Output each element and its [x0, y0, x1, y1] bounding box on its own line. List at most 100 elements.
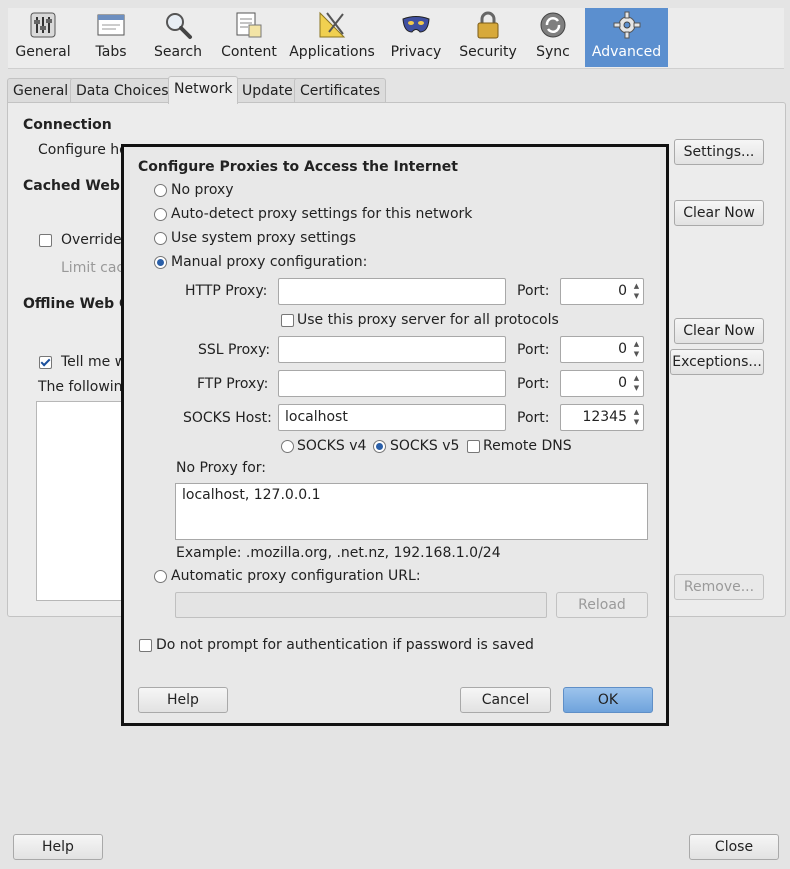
tab-certificates[interactable]: Certificates	[294, 78, 387, 103]
tell-me-label: Tell me w	[61, 354, 127, 370]
no-proxy-label: No proxy	[171, 182, 234, 198]
system-proxy-radio[interactable]	[154, 232, 167, 245]
toolbar-advanced[interactable]: Advanced	[585, 8, 668, 67]
spin-up-icon[interactable]: ▲	[632, 282, 641, 290]
toolbar-search-label: Search	[153, 44, 203, 60]
clear-offline-button[interactable]: Clear Now	[674, 318, 764, 344]
override-checkbox[interactable]	[39, 234, 52, 247]
close-button[interactable]: Close	[689, 834, 779, 860]
settings-button[interactable]: Settings...	[674, 139, 764, 165]
socks-port-value: 12345	[582, 409, 627, 425]
no-prompt-auth-checkbox[interactable]	[139, 639, 152, 652]
no-proxy-radio[interactable]	[154, 184, 167, 197]
toolbar-general[interactable]: General	[8, 8, 78, 67]
ssl-proxy-label: SSL Proxy:	[198, 342, 271, 358]
system-proxy-label: Use system proxy settings	[171, 230, 356, 246]
tab-network[interactable]: Network	[168, 76, 239, 104]
spin-up-icon[interactable]: ▲	[632, 374, 641, 382]
content-document-icon	[236, 12, 262, 38]
socks-v5-label: SOCKS v5	[390, 438, 460, 454]
cached-heading: Cached Web C	[23, 178, 135, 194]
dialog-ok-button[interactable]: OK	[563, 687, 653, 713]
toolbar-tabs[interactable]: Tabs	[78, 8, 144, 67]
dialog-title: Configure Proxies to Access the Internet	[138, 159, 458, 175]
ssl-port-value: 0	[618, 341, 627, 357]
socks-host-label: SOCKS Host:	[183, 410, 272, 426]
dialog-help-button[interactable]: Help	[138, 687, 228, 713]
tell-me-checkbox[interactable]	[39, 356, 52, 369]
toolbar-applications[interactable]: Applications	[286, 8, 378, 67]
privacy-mask-icon	[402, 16, 430, 33]
configure-text: Configure ho	[38, 142, 128, 158]
sync-arrows-icon	[540, 12, 566, 38]
applications-tools-icon	[319, 11, 346, 38]
toolbar-search[interactable]: Search	[144, 8, 212, 67]
toolbar-sync[interactable]: Sync	[522, 8, 584, 67]
http-port-label: Port:	[517, 283, 550, 299]
reload-button[interactable]: Reload	[556, 592, 648, 618]
override-label: Override	[61, 232, 122, 248]
remote-dns-label: Remote DNS	[483, 438, 572, 454]
socks-v4-radio[interactable]	[281, 440, 294, 453]
toolbar-advanced-label: Advanced	[591, 44, 662, 60]
padlock-icon	[477, 11, 499, 39]
spin-up-icon[interactable]: ▲	[632, 340, 641, 348]
tabs-window-icon	[97, 14, 125, 36]
exceptions-button[interactable]: Exceptions...	[670, 349, 764, 375]
socks-port-label: Port:	[517, 410, 550, 426]
spin-down-icon[interactable]: ▼	[632, 350, 641, 358]
spin-down-icon[interactable]: ▼	[632, 418, 641, 426]
ftp-port-stepper[interactable]: 0 ▲ ▼	[560, 370, 644, 397]
auto-url-input[interactable]	[175, 592, 547, 618]
auto-url-label: Automatic proxy configuration URL:	[171, 568, 421, 584]
ftp-port-label: Port:	[517, 376, 550, 392]
toolbar-applications-label: Applications	[289, 44, 375, 60]
remove-button[interactable]: Remove...	[674, 574, 764, 600]
use-all-protocols-label: Use this proxy server for all protocols	[297, 312, 559, 328]
manual-proxy-radio[interactable]	[154, 256, 167, 269]
socks-v4-label: SOCKS v4	[297, 438, 367, 454]
http-port-stepper[interactable]: 0 ▲ ▼	[560, 278, 644, 305]
connection-heading: Connection	[23, 117, 112, 133]
gear-icon	[613, 11, 640, 39]
http-proxy-input[interactable]	[278, 278, 506, 305]
socks-port-stepper[interactable]: 12345 ▲ ▼	[560, 404, 644, 431]
auto-url-radio[interactable]	[154, 570, 167, 583]
spin-down-icon[interactable]: ▼	[632, 292, 641, 300]
socks-v5-radio[interactable]	[373, 440, 386, 453]
toolbar-content[interactable]: Content	[212, 8, 286, 67]
auto-detect-radio[interactable]	[154, 208, 167, 221]
no-proxy-for-label: No Proxy for:	[176, 460, 267, 476]
tab-data-choices[interactable]: Data Choices	[70, 78, 175, 103]
ftp-proxy-input[interactable]	[278, 370, 506, 397]
toolbar-security[interactable]: Security	[454, 8, 522, 67]
use-all-protocols-checkbox[interactable]	[281, 314, 294, 327]
offline-heading: Offline Web C	[23, 296, 130, 312]
general-switches-icon	[30, 12, 56, 38]
auto-detect-label: Auto-detect proxy settings for this netw…	[171, 206, 473, 222]
dialog-cancel-button[interactable]: Cancel	[460, 687, 551, 713]
ftp-port-value: 0	[618, 375, 627, 391]
help-button[interactable]: Help	[13, 834, 103, 860]
no-proxy-for-textarea[interactable]: localhost, 127.0.0.1	[175, 483, 648, 540]
remote-dns-checkbox[interactable]	[467, 440, 480, 453]
ssl-proxy-input[interactable]	[278, 336, 506, 363]
clear-cache-button[interactable]: Clear Now	[674, 200, 764, 226]
toolbar-privacy[interactable]: Privacy	[378, 8, 454, 67]
magnifier-icon	[166, 13, 192, 39]
tab-general[interactable]: General	[7, 78, 75, 103]
offline-sites-list[interactable]	[36, 401, 128, 601]
http-proxy-label: HTTP Proxy:	[185, 283, 268, 299]
toolbar-privacy-label: Privacy	[390, 44, 442, 60]
toolbar-general-label: General	[15, 44, 71, 60]
no-prompt-auth-label: Do not prompt for authentication if pass…	[156, 637, 534, 653]
example-text: Example: .mozilla.org, .net.nz, 192.168.…	[176, 545, 501, 561]
spin-down-icon[interactable]: ▼	[632, 384, 641, 392]
toolbar-security-label: Security	[459, 44, 517, 60]
ftp-proxy-label: FTP Proxy:	[197, 376, 269, 392]
ssl-port-stepper[interactable]: 0 ▲ ▼	[560, 336, 644, 363]
socks-host-input[interactable]: localhost	[278, 404, 506, 431]
spin-up-icon[interactable]: ▲	[632, 408, 641, 416]
ssl-port-label: Port:	[517, 342, 550, 358]
tab-update[interactable]: Update	[236, 78, 299, 103]
